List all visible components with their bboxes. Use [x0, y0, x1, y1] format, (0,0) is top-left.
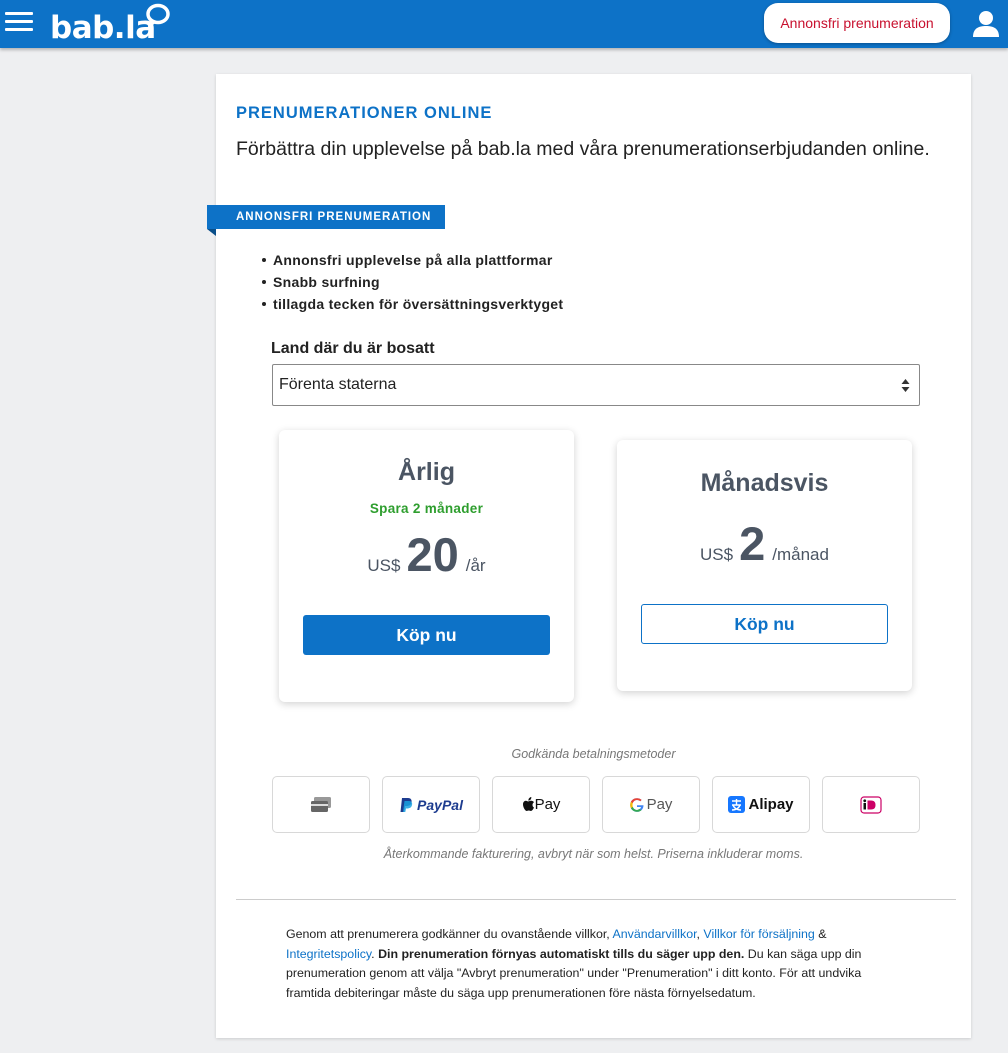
hamburger-menu-icon[interactable] [5, 12, 33, 34]
alipay-icon [728, 796, 746, 813]
terms-of-sale-link[interactable]: Villkor för försäljning [703, 927, 814, 941]
ad-free-subscription-button[interactable]: Annonsfri prenumeration [764, 3, 950, 43]
google-g-icon [629, 797, 644, 812]
privacy-policy-link[interactable]: Integritetspolicy [286, 947, 371, 961]
paypal-payment-method: PayPal [382, 776, 480, 833]
divider [236, 899, 956, 900]
buy-yearly-button[interactable]: Köp nu [303, 615, 550, 655]
price-period: /månad [772, 545, 829, 564]
plan-card-monthly: Månadsvis US$ 2 /månad Köp nu [617, 440, 912, 691]
price-currency: US$ [367, 556, 401, 575]
terms-text: Genom att prenumerera godkänner du ovans… [286, 925, 906, 1003]
price-row: US$ 20 /år [279, 527, 574, 582]
paypal-icon [400, 797, 413, 812]
payment-methods-caption: Godkända betalningsmetoder [511, 747, 676, 761]
feature-item: tillagda tecken för översättningsverktyg… [262, 293, 563, 315]
card-payment-method [272, 776, 370, 833]
plan-title: Årlig [398, 458, 455, 486]
plan-title: Månadsvis [700, 469, 829, 497]
country-select[interactable]: Förenta staterna [272, 364, 920, 406]
user-icon[interactable] [970, 8, 1002, 40]
paypal-label: PayPal [417, 796, 463, 813]
apple-pay-method: Pay [492, 776, 590, 833]
top-navigation-bar: bab.la Annonsfri prenumeration [0, 0, 1008, 48]
terms-separator: & [814, 927, 827, 941]
price-row: US$ 2 /månad [617, 516, 912, 571]
feature-item: Annonsfri upplevelse på alla plattformar [262, 249, 563, 271]
subscription-card: PRENUMERATIONER ONLINE Förbättra din upp… [207, 74, 971, 1038]
price-amount: 2 [739, 517, 766, 570]
buy-monthly-button[interactable]: Köp nu [641, 604, 888, 644]
terms-intro: Genom att prenumerera godkänner du ovans… [286, 927, 613, 941]
price-period: /år [465, 556, 486, 575]
select-arrows-icon [901, 379, 910, 392]
logo-text: bab.la [50, 10, 156, 46]
ribbon-fold [207, 229, 216, 236]
apple-pay-label: Pay [534, 796, 561, 813]
country-label: Land där du är bosatt [271, 340, 435, 357]
alipay-method: Alipay [712, 776, 810, 833]
plan-card-yearly: Årlig Spara 2 månader US$ 20 /år Köp nu [279, 430, 574, 702]
ideal-icon [860, 795, 882, 814]
payment-methods-row: PayPal Pay Pay Alipay [272, 776, 920, 833]
feature-list: Annonsfri upplevelse på alla plattformar… [262, 249, 563, 315]
google-pay-method: Pay [602, 776, 700, 833]
ad-free-ribbon: ANNONSFRI PRENUMERATION [207, 205, 445, 229]
ideal-payment-method [822, 776, 920, 833]
section-eyebrow: PRENUMERATIONER ONLINE [236, 104, 493, 122]
card-icon [311, 796, 331, 812]
google-pay-label: Pay [646, 796, 673, 813]
billing-note: Återkommande fakturering, avbryt när som… [383, 847, 804, 861]
plan-savings-badge: Spara 2 månader [369, 501, 484, 516]
price-amount: 20 [406, 528, 459, 581]
price-currency: US$ [700, 545, 734, 564]
feature-item: Snabb surfning [262, 271, 563, 293]
alipay-label: Alipay [748, 796, 794, 813]
terms-of-use-link[interactable]: Användarvillkor [613, 927, 697, 941]
apple-icon [522, 797, 534, 811]
auto-renew-notice: Din prenumeration förnyas automatiskt ti… [378, 946, 745, 961]
country-select-value: Förenta staterna [279, 376, 397, 393]
speech-bubble-icon [146, 3, 170, 29]
page-subtitle: Förbättra din upplevelse på bab.la med v… [236, 138, 930, 160]
